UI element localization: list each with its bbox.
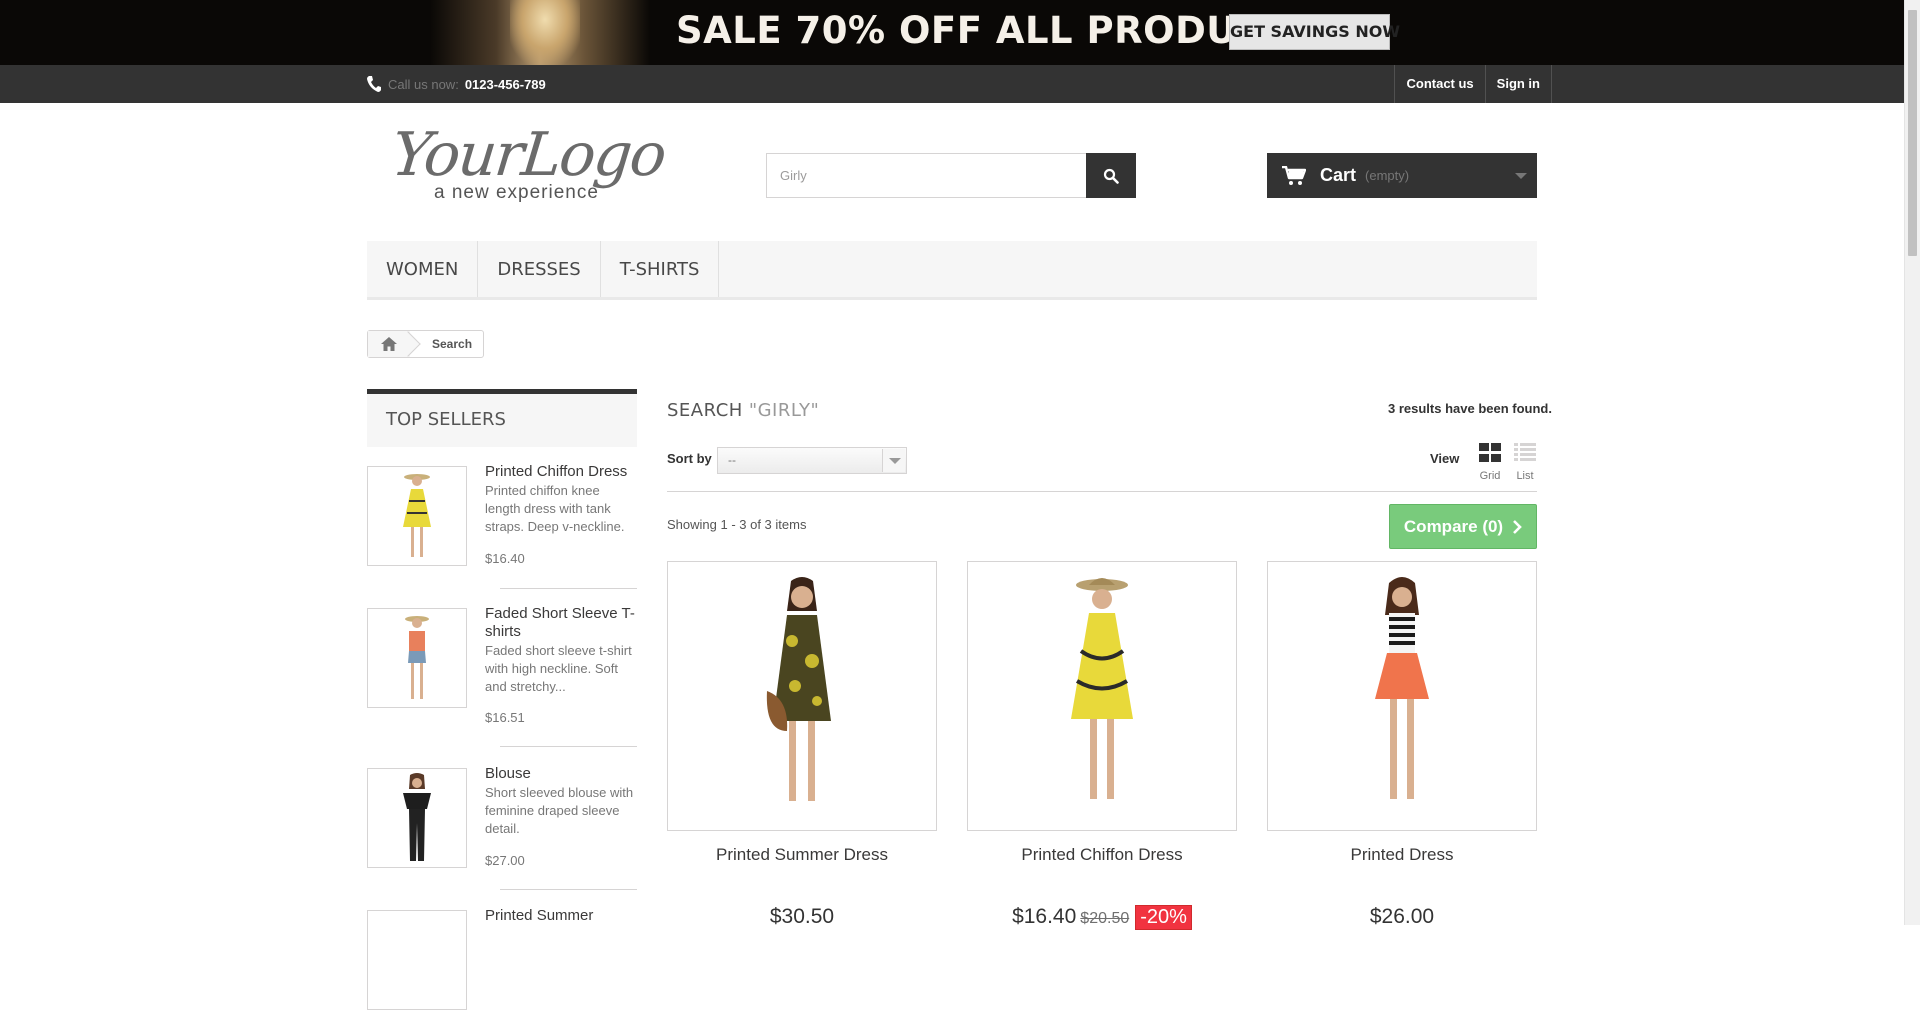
- banner-headline: SALE 70% OFF ALL PRODUCTS: [676, 9, 1318, 52]
- top-seller-price: $16.40: [485, 551, 525, 566]
- chevron-right-icon: [1513, 519, 1522, 534]
- top-seller-thumbnail[interactable]: [367, 466, 467, 566]
- menu-item-women[interactable]: WOMEN: [367, 241, 479, 297]
- grid-icon: [1479, 443, 1501, 462]
- product-price-row: $16.40 $20.50 -20%: [967, 905, 1237, 930]
- promo-banner[interactable]: SALE 70% OFF ALL PRODUCTS GET SAVINGS NO…: [0, 0, 1904, 65]
- get-savings-button[interactable]: GET SAVINGS NOW: [1229, 14, 1400, 50]
- top-sellers-title[interactable]: TOP SELLERS: [367, 389, 637, 447]
- product-name[interactable]: Printed Chiffon Dress: [967, 845, 1237, 865]
- compare-label: Compare (0): [1403, 516, 1504, 536]
- product-photo: [1071, 578, 1133, 799]
- home-icon: [381, 337, 397, 351]
- menu-item-dresses[interactable]: DRESSES: [478, 241, 601, 297]
- top-seller-name[interactable]: Blouse: [485, 765, 637, 783]
- product-photo: [1375, 577, 1429, 799]
- phone-icon: [367, 76, 381, 92]
- blouse-photo: [403, 773, 431, 861]
- search-input[interactable]: [766, 153, 1086, 198]
- view-grid-button[interactable]: Grid: [1478, 443, 1502, 482]
- view-list-button[interactable]: List: [1513, 443, 1537, 482]
- cart-button[interactable]: Cart (empty): [1267, 153, 1537, 198]
- sidebar-divider: [500, 889, 637, 890]
- top-seller-thumbnail[interactable]: [367, 910, 467, 1010]
- product-price-row: $30.50: [667, 905, 937, 929]
- search-icon: [1103, 168, 1119, 184]
- cart-icon: [1282, 165, 1306, 185]
- search-button[interactable]: [1086, 153, 1136, 198]
- site-logo[interactable]: YourLogo a new experience: [388, 120, 672, 206]
- list-icon: [1514, 443, 1536, 461]
- top-nav-bar: [0, 65, 1904, 103]
- scrollbar-thumb[interactable]: [1908, 10, 1917, 256]
- page-title-label: SEARCH: [667, 400, 743, 421]
- main-menu: WOMEN DRESSES T-SHIRTS: [367, 241, 1537, 300]
- chevron-down-icon: [882, 449, 905, 472]
- cart-status: (empty): [1365, 168, 1410, 183]
- view-grid-label: Grid: [1479, 470, 1501, 482]
- phone-number: 0123-456-789: [464, 76, 546, 92]
- user-links: Contact us Sign in: [1394, 65, 1552, 103]
- product-card: Printed Dress $26.00: [1267, 561, 1537, 928]
- page-scrollbar[interactable]: [1904, 0, 1920, 925]
- view-list-label: List: [1516, 470, 1534, 482]
- top-seller-price: $27.00: [485, 853, 525, 868]
- sidebar-divider: [500, 746, 637, 747]
- logo-tagline: a new experience: [434, 182, 599, 203]
- banner-model-hair: [510, 0, 580, 65]
- page-title: SEARCH "GIRLY": [667, 400, 819, 421]
- top-seller-description: Short sleeved blouse with feminine drape…: [485, 785, 634, 836]
- sidebar-divider: [500, 588, 637, 589]
- breadcrumb-home[interactable]: [368, 331, 410, 357]
- top-seller-name[interactable]: Printed Chiffon Dress: [485, 463, 637, 481]
- sort-label: Sort by: [667, 451, 712, 466]
- logo-wordmark: YourLogo: [388, 120, 669, 190]
- product-image[interactable]: [967, 561, 1237, 831]
- sign-in-link[interactable]: Sign in: [1486, 65, 1552, 103]
- contact-us-link[interactable]: Contact us: [1395, 65, 1486, 103]
- showing-count: Showing 1 - 3 of 3 items: [667, 517, 807, 532]
- cart-dropdown-caret[interactable]: [1515, 173, 1527, 179]
- search-query: "GIRLY": [748, 400, 820, 421]
- top-seller-thumbnail[interactable]: [367, 768, 467, 868]
- top-seller-price: $16.51: [485, 710, 525, 725]
- menu-item-tshirts[interactable]: T-SHIRTS: [601, 241, 720, 297]
- sort-select[interactable]: --: [717, 447, 907, 474]
- top-seller-name[interactable]: Printed Summer: [485, 907, 637, 925]
- call-label: Call us now:: [388, 76, 459, 92]
- product-name[interactable]: Printed Dress: [1267, 845, 1537, 865]
- sort-value: --: [728, 453, 736, 467]
- product-name[interactable]: Printed Summer Dress: [667, 845, 937, 865]
- top-seller-description: Printed chiffon knee length dress with t…: [485, 483, 625, 534]
- call-us: Call us now: 0123-456-789: [366, 70, 546, 98]
- search-bar: [766, 153, 1136, 198]
- dress-photo: [403, 474, 431, 557]
- product-image[interactable]: [1267, 561, 1537, 831]
- product-old-price: $20.50: [1080, 910, 1130, 927]
- toolbar-divider: [667, 491, 1537, 492]
- product-card: Printed Chiffon Dress $16.40 $20.50 -20%: [967, 561, 1237, 930]
- view-label: View: [1430, 451, 1460, 466]
- tshirt-photo: [405, 616, 429, 699]
- product-card: Printed Summer Dress $30.50: [667, 561, 937, 928]
- compare-button[interactable]: Compare (0): [1389, 504, 1537, 549]
- breadcrumb: Search: [367, 330, 485, 358]
- product-image[interactable]: [667, 561, 937, 831]
- top-seller-name[interactable]: Faded Short Sleeve T-shirts: [485, 605, 637, 641]
- product-price-row: $26.00: [1267, 905, 1537, 929]
- breadcrumb-current: Search: [432, 337, 473, 351]
- top-seller-description: Faded short sleeve t-shirt with high nec…: [485, 643, 632, 694]
- discount-badge: -20%: [1135, 905, 1192, 930]
- top-seller-thumbnail[interactable]: [367, 608, 467, 708]
- product-photo: [766, 577, 831, 801]
- results-count: 3 results have been found.: [1388, 401, 1552, 416]
- cart-label: Cart: [1320, 165, 1357, 185]
